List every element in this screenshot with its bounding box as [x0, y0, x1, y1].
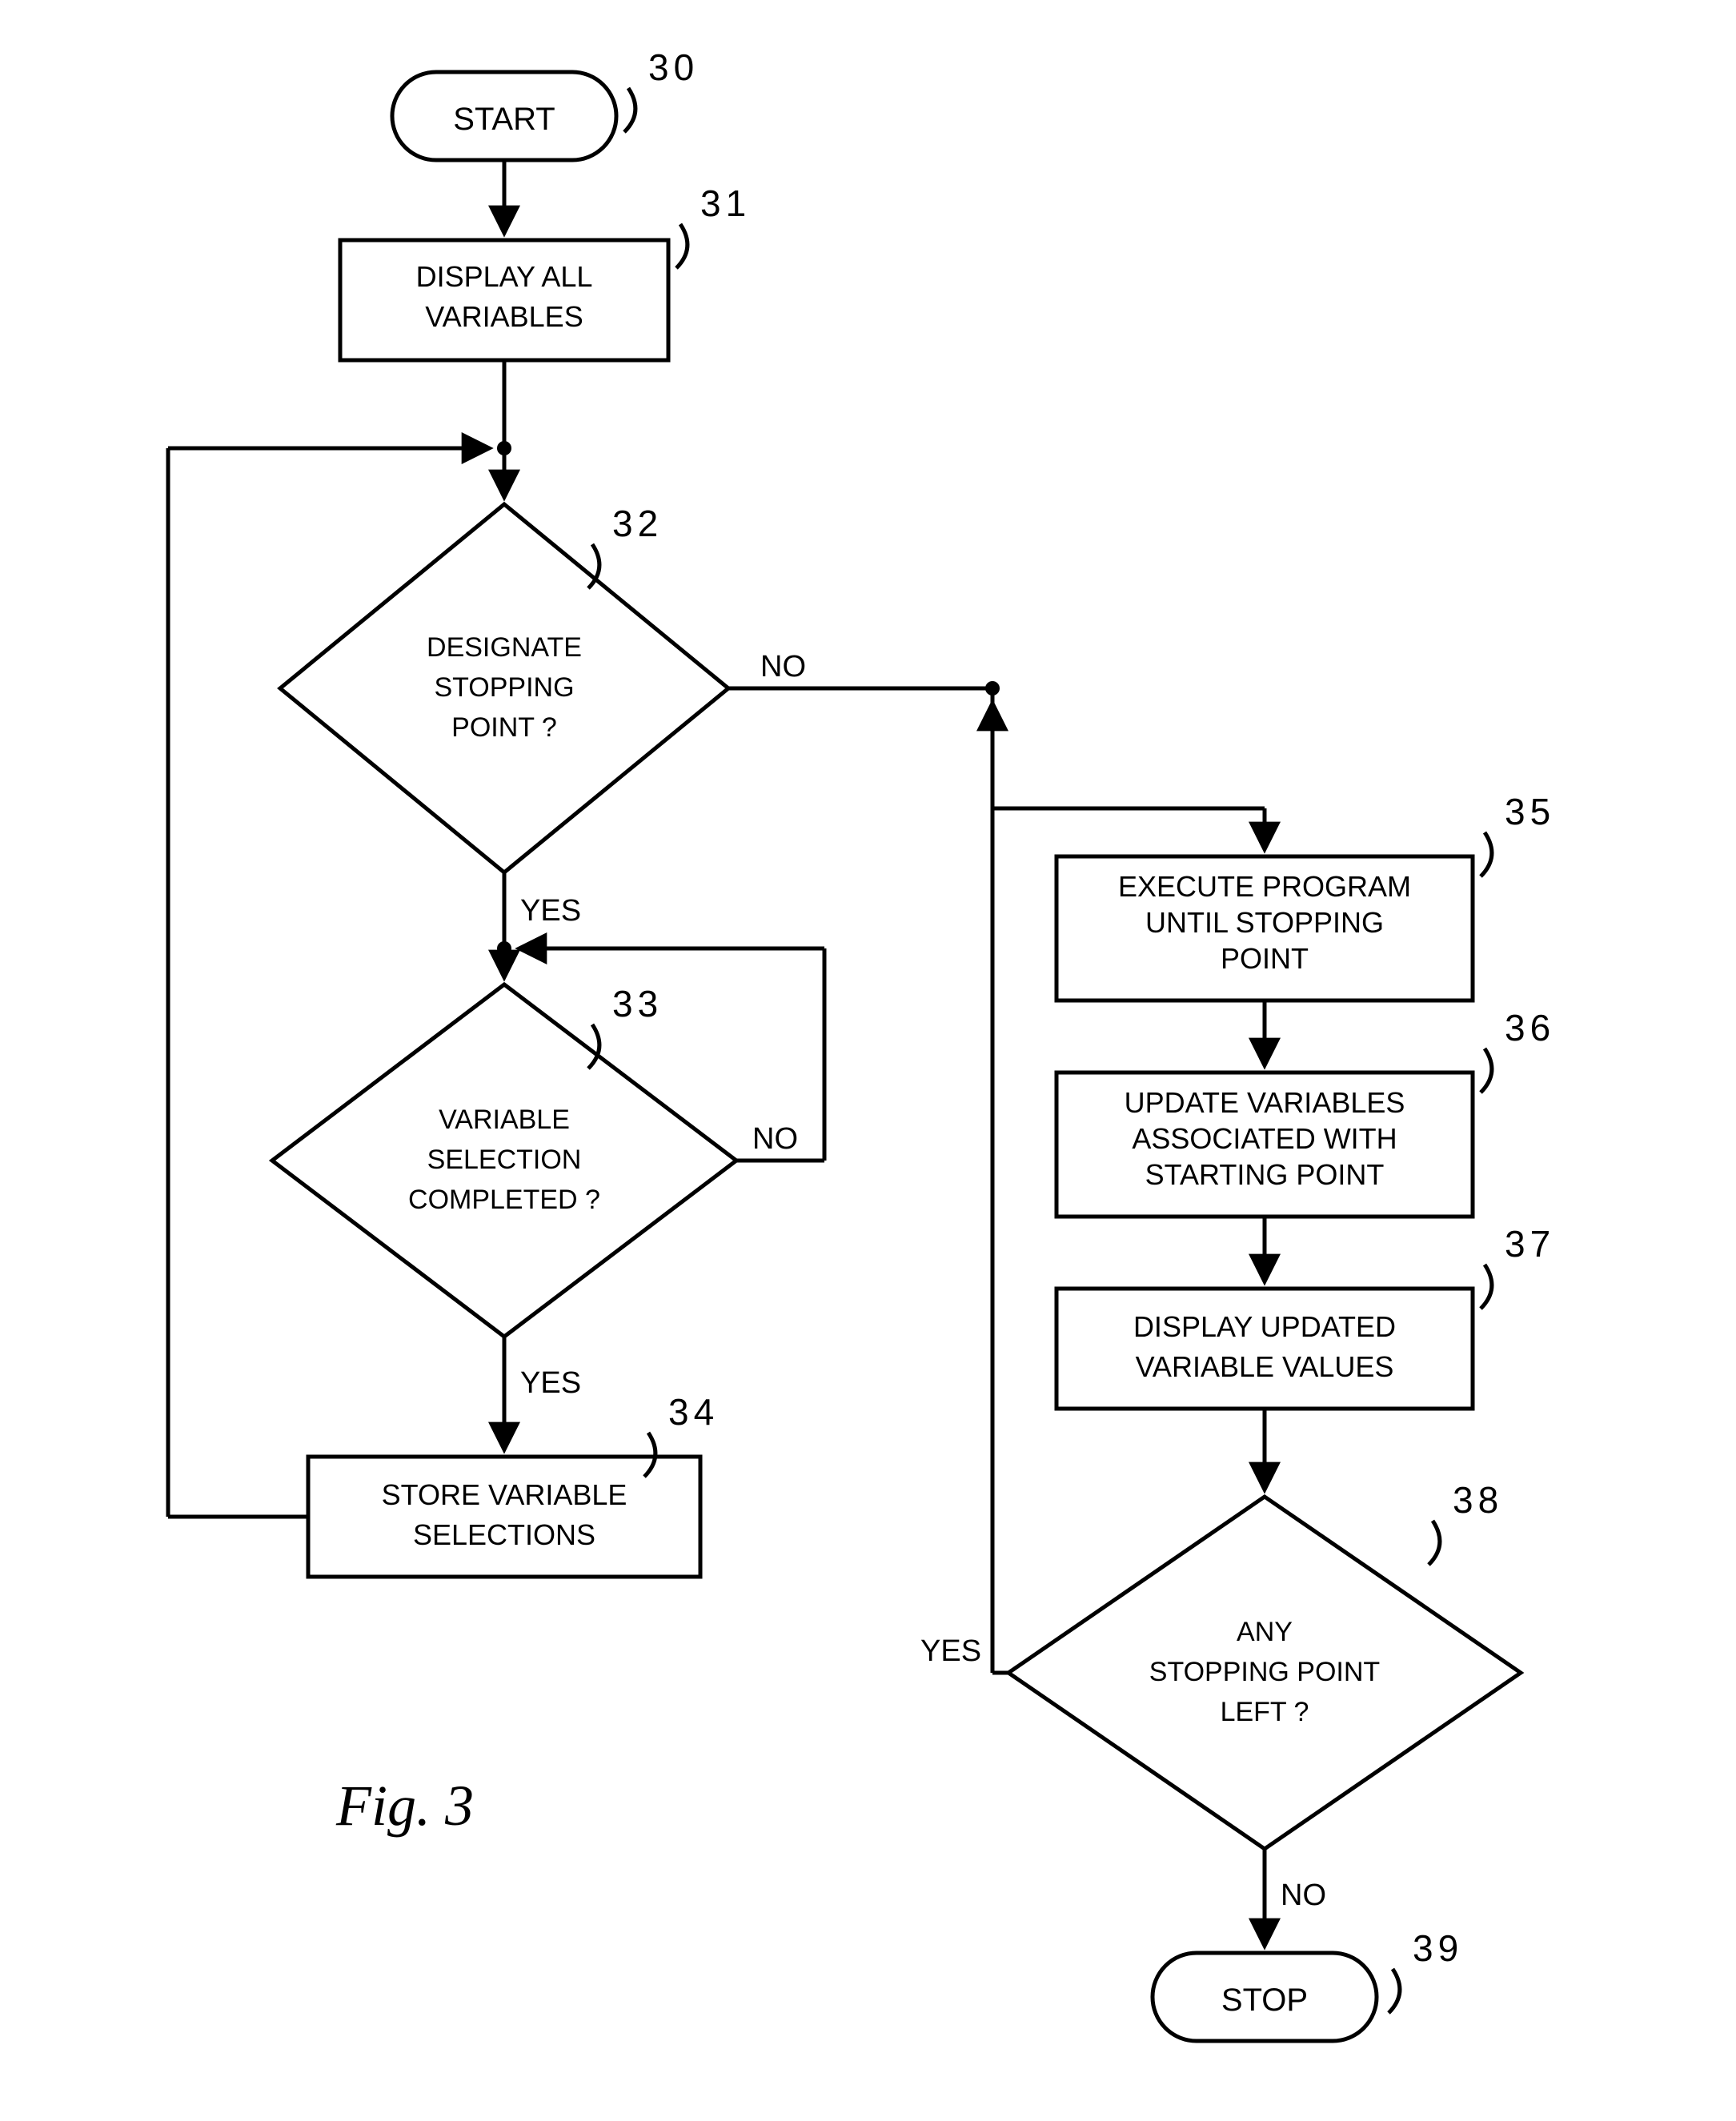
join-dot-above-32 — [497, 441, 511, 455]
ref-30: 30 — [648, 46, 699, 88]
ref-35: 35 — [1505, 791, 1555, 832]
start-text: START — [453, 102, 555, 137]
svg-text:STOPPING POINT: STOPPING POINT — [1149, 1657, 1380, 1687]
ref-leader-31 — [676, 224, 688, 268]
svg-text:DISPLAY ALL: DISPLAY ALL — [416, 260, 593, 293]
ref-leader-37 — [1481, 1265, 1492, 1309]
node-33: VARIABLE SELECTION COMPLETED ? — [272, 984, 736, 1337]
label-33-no: NO — [752, 1122, 798, 1156]
node-36: UPDATE VARIABLES ASSOCIATED WITH STARTIN… — [1056, 1073, 1473, 1217]
node-34: STORE VARIABLE SELECTIONS — [308, 1457, 700, 1577]
svg-text:SELECTION: SELECTION — [427, 1145, 582, 1175]
ref-34: 34 — [668, 1391, 719, 1433]
node-37: DISPLAY UPDATED VARIABLE VALUES — [1056, 1289, 1473, 1409]
label-33-yes: YES — [520, 1366, 581, 1400]
flowchart: START 30 DISPLAY ALL VARIABLES 31 DESIGN… — [0, 0, 1736, 2121]
stop-text: STOP — [1221, 1983, 1308, 2018]
node-start: START — [392, 72, 616, 160]
svg-text:EXECUTE PROGRAM: EXECUTE PROGRAM — [1118, 870, 1411, 903]
ref-33: 33 — [612, 983, 663, 1024]
ref-leader-36 — [1481, 1048, 1492, 1093]
join-dot-above-33 — [497, 941, 511, 956]
svg-text:VARIABLE: VARIABLE — [439, 1105, 570, 1135]
svg-text:POINT: POINT — [1221, 942, 1309, 975]
node-35: EXECUTE PROGRAM UNTIL STOPPING POINT — [1056, 856, 1473, 1000]
node-stop: STOP — [1153, 1953, 1377, 2041]
node-38: ANY STOPPING POINT LEFT ? — [1008, 1497, 1521, 1849]
svg-text:ASSOCIATED WITH: ASSOCIATED WITH — [1132, 1122, 1397, 1155]
label-32-no: NO — [760, 650, 806, 684]
node-32: DESIGNATE STOPPING POINT ? — [280, 504, 728, 872]
ref-38: 38 — [1453, 1479, 1503, 1521]
ref-leader-39 — [1389, 1969, 1400, 2013]
ref-leader-35 — [1481, 832, 1492, 876]
ref-leader-38 — [1429, 1521, 1440, 1565]
svg-text:STORE VARIABLE: STORE VARIABLE — [382, 1478, 627, 1511]
ref-37: 37 — [1505, 1223, 1555, 1265]
figure-label: Fig. 3 — [335, 1774, 474, 1838]
label-38-no: NO — [1281, 1878, 1326, 1912]
svg-text:ANY: ANY — [1237, 1617, 1293, 1647]
ref-36: 36 — [1505, 1007, 1555, 1048]
svg-text:UNTIL STOPPING: UNTIL STOPPING — [1145, 906, 1384, 939]
svg-text:UPDATE VARIABLES: UPDATE VARIABLES — [1125, 1086, 1405, 1119]
node-31: DISPLAY ALL VARIABLES — [340, 240, 668, 360]
svg-text:POINT ?: POINT ? — [451, 712, 557, 743]
svg-text:DESIGNATE: DESIGNATE — [427, 632, 582, 663]
svg-text:STOPPING: STOPPING — [434, 672, 574, 703]
ref-31: 31 — [700, 182, 751, 224]
svg-text:VARIABLE VALUES: VARIABLE VALUES — [1136, 1350, 1394, 1383]
ref-32: 32 — [612, 503, 663, 544]
label-38-yes: YES — [920, 1634, 981, 1668]
label-32-yes: YES — [520, 894, 581, 928]
svg-text:LEFT ?: LEFT ? — [1221, 1697, 1309, 1727]
svg-text:STARTING POINT: STARTING POINT — [1145, 1158, 1385, 1191]
ref-leader-30 — [624, 88, 635, 132]
ref-39: 39 — [1413, 1927, 1463, 1969]
svg-text:SELECTIONS: SELECTIONS — [413, 1518, 595, 1551]
svg-text:VARIABLES: VARIABLES — [425, 300, 583, 333]
svg-text:DISPLAY UPDATED: DISPLAY UPDATED — [1133, 1310, 1396, 1343]
svg-text:COMPLETED ?: COMPLETED ? — [408, 1185, 600, 1215]
